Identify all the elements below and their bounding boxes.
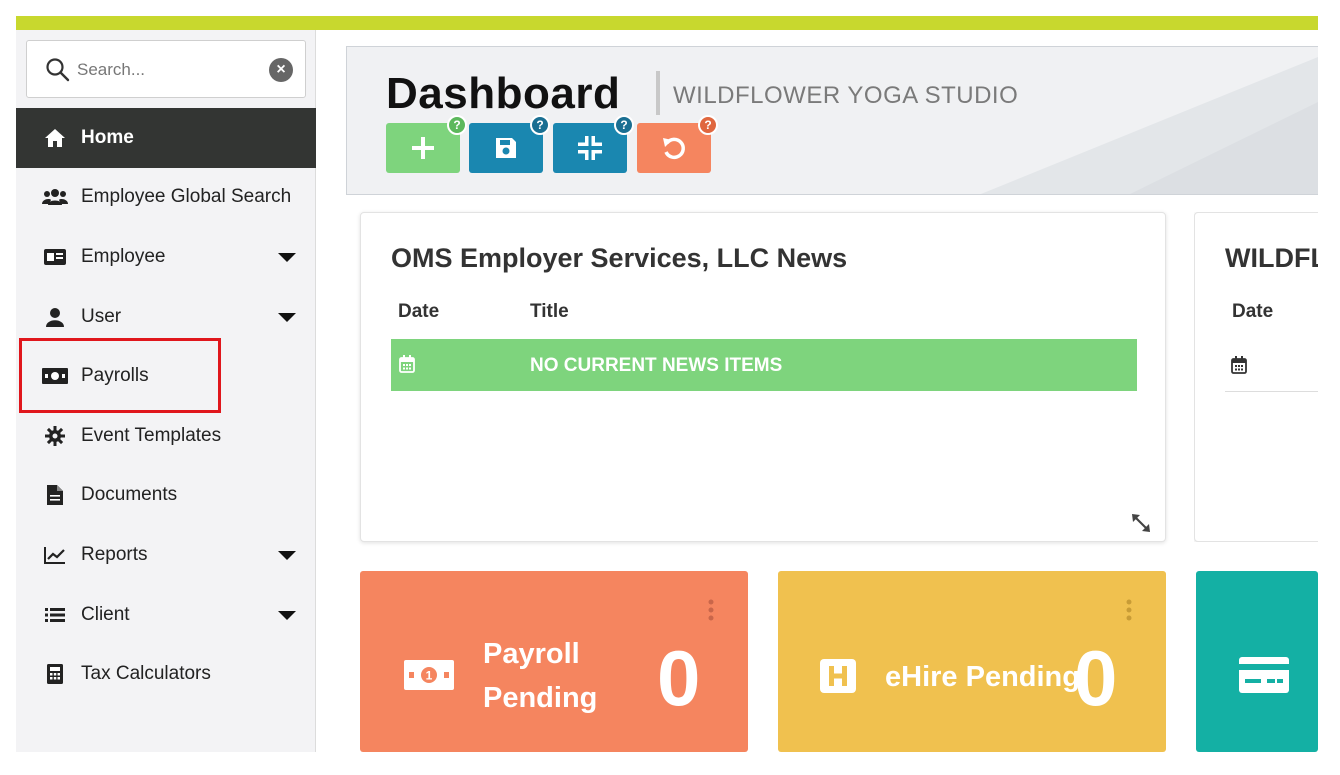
client-news-card: WILDFLOWER YOGA STUDIO News Date bbox=[1194, 212, 1318, 542]
card-icon bbox=[1239, 657, 1289, 693]
chevron-down-icon[interactable] bbox=[278, 312, 296, 322]
resize-icon[interactable] bbox=[1131, 513, 1151, 533]
news-card: OMS Employer Services, LLC News Date Tit… bbox=[360, 212, 1166, 542]
help-badge[interactable]: ? bbox=[530, 115, 550, 135]
users-icon bbox=[42, 186, 68, 208]
news-col-date: Date bbox=[398, 301, 440, 322]
sidebar-item-label: Documents bbox=[81, 484, 178, 506]
payroll-pending-count: 0 bbox=[657, 634, 701, 722]
payroll-pending-label: Payroll Pending bbox=[483, 638, 598, 714]
page-subtitle: WILDFLOWER YOGA STUDIO bbox=[673, 82, 1019, 109]
client-news-col-date: Date bbox=[1232, 301, 1274, 322]
svg-text:1: 1 bbox=[426, 669, 433, 683]
third-tile[interactable] bbox=[1196, 571, 1318, 752]
sidebar-item-employee[interactable]: Employee bbox=[16, 227, 316, 287]
help-badge[interactable]: ? bbox=[698, 115, 718, 135]
chevron-down-icon[interactable] bbox=[278, 253, 296, 263]
ehire-pending-tile[interactable]: eHire Pending 0 bbox=[778, 571, 1166, 752]
money-icon: 1 bbox=[404, 660, 454, 690]
sidebar-item-reports[interactable]: Reports bbox=[16, 525, 316, 585]
no-news-text: NO CURRENT NEWS ITEMS bbox=[530, 355, 783, 376]
calculator-icon bbox=[42, 663, 68, 685]
reset-layout-button[interactable]: ? bbox=[637, 115, 718, 173]
sidebar: × Home Employee Global Search Employee bbox=[16, 30, 316, 752]
news-empty-row: NO CURRENT NEWS ITEMS bbox=[391, 339, 1137, 391]
sidebar-item-label: Reports bbox=[81, 543, 148, 565]
h-square-icon bbox=[820, 659, 856, 693]
sidebar-item-client[interactable]: Client bbox=[16, 585, 316, 645]
add-widget-button[interactable]: ? bbox=[386, 115, 467, 173]
save-icon bbox=[496, 138, 516, 158]
list-icon bbox=[42, 604, 68, 626]
page-header: Dashboard WILDFLOWER YOGA STUDIO ? ? ? ? bbox=[346, 46, 1318, 195]
money-icon bbox=[42, 365, 68, 387]
client-news-card-title: WILDFLOWER YOGA STUDIO News bbox=[1225, 243, 1318, 273]
chart-icon bbox=[42, 544, 68, 566]
sidebar-item-payrolls[interactable]: Payrolls bbox=[16, 346, 316, 406]
plus-icon bbox=[412, 137, 434, 159]
sidebar-item-label: User bbox=[81, 305, 122, 327]
sidebar-item-label: Employee bbox=[81, 245, 166, 267]
sidebar-item-label: Client bbox=[81, 603, 130, 625]
document-icon bbox=[42, 484, 68, 506]
row-divider bbox=[1225, 391, 1318, 392]
sidebar-item-label: Payrolls bbox=[81, 365, 149, 387]
compress-button[interactable]: ? bbox=[553, 115, 634, 173]
undo-icon bbox=[663, 137, 685, 160]
payroll-pending-tile[interactable]: 1 Payroll Pending 0 bbox=[360, 571, 748, 752]
news-card-title: OMS Employer Services, LLC News bbox=[391, 243, 848, 273]
title-divider bbox=[656, 71, 660, 115]
news-col-title: Title bbox=[530, 301, 569, 322]
chevron-down-icon[interactable] bbox=[278, 551, 296, 561]
sidebar-item-employee-global-search[interactable]: Employee Global Search bbox=[16, 168, 316, 228]
save-layout-button[interactable]: ? bbox=[469, 115, 550, 173]
home-icon bbox=[42, 127, 68, 149]
sidebar-item-label: Employee Global Search bbox=[81, 186, 292, 208]
search-box[interactable]: × bbox=[26, 40, 306, 98]
sidebar-item-tax-calculators[interactable]: Tax Calculators bbox=[16, 644, 316, 704]
sidebar-item-documents[interactable]: Documents bbox=[16, 466, 316, 526]
page-title: Dashboard bbox=[386, 69, 621, 118]
sidebar-item-user[interactable]: User bbox=[16, 287, 316, 347]
calendar-icon bbox=[399, 355, 415, 373]
help-badge[interactable]: ? bbox=[614, 115, 634, 135]
sidebar-item-label: Event Templates bbox=[81, 424, 222, 446]
sidebar-item-home[interactable]: Home bbox=[16, 108, 316, 168]
kebab-menu-icon[interactable] bbox=[1126, 599, 1132, 621]
sidebar-item-label: Home bbox=[81, 126, 134, 148]
id-card-icon bbox=[42, 246, 68, 268]
clear-search-icon[interactable]: × bbox=[269, 58, 293, 82]
compress-icon bbox=[578, 136, 602, 160]
gear-icon bbox=[42, 425, 68, 447]
search-input[interactable] bbox=[77, 51, 257, 89]
sidebar-item-label: Tax Calculators bbox=[81, 663, 211, 685]
kebab-menu-icon[interactable] bbox=[708, 599, 714, 621]
chevron-down-icon[interactable] bbox=[278, 610, 296, 620]
top-accent-bar bbox=[16, 16, 1318, 30]
ehire-pending-count: 0 bbox=[1074, 634, 1118, 722]
sidebar-nav: Home Employee Global Search Employee Use… bbox=[16, 108, 316, 704]
user-icon bbox=[42, 306, 68, 328]
ehire-pending-label: eHire Pending bbox=[885, 661, 1080, 693]
search-icon bbox=[46, 58, 70, 82]
calendar-icon bbox=[1231, 356, 1247, 374]
news-card-2-viewport: WILDFLOWER YOGA STUDIO News Date bbox=[1194, 212, 1318, 542]
sidebar-item-event-templates[interactable]: Event Templates bbox=[16, 406, 316, 466]
help-badge[interactable]: ? bbox=[447, 115, 467, 135]
